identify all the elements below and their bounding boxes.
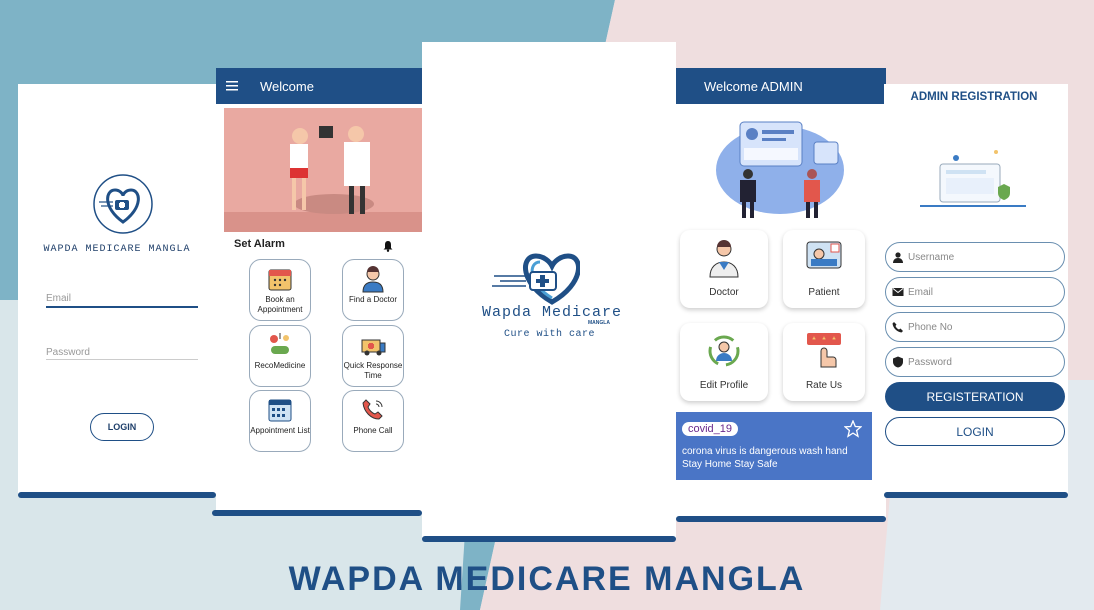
ambulance-icon <box>361 339 386 356</box>
phone-placeholder: Phone No <box>908 321 953 333</box>
password-placeholder: Password <box>46 347 90 358</box>
pills-icon <box>270 333 289 354</box>
tile-label: RecoMedicine <box>254 361 306 370</box>
password-field[interactable]: Password <box>885 347 1065 377</box>
bell-icon[interactable] <box>382 239 394 257</box>
doctor-icon <box>709 240 739 278</box>
calendar-list-icon <box>268 399 292 422</box>
card-label: Doctor <box>709 287 739 298</box>
tile-appointment-list[interactable]: Appointment List <box>249 390 311 452</box>
home-screen: Welcome Set Alarm Book an Appointment Fi… <box>216 68 422 512</box>
admin-title: Welcome ADMIN <box>704 78 803 94</box>
rate-us-card[interactable]: Rate Us <box>783 323 865 401</box>
email-placeholder: Email <box>908 286 934 298</box>
username-field[interactable]: Username <box>885 242 1065 272</box>
admin-app-bar: Welcome ADMIN <box>676 68 886 104</box>
covid-line1: corona virus is dangerous wash hand <box>682 446 848 457</box>
login-screen-bottom-bar <box>18 492 216 498</box>
patient-card[interactable]: Patient <box>783 230 865 308</box>
splash-tagline: Cure with care <box>504 329 596 340</box>
profile-icon <box>708 335 740 367</box>
person-icon <box>893 252 903 263</box>
tile-label: Quick Response Time <box>343 361 403 380</box>
covid-card[interactable]: covid_19 corona virus is dangerous wash … <box>676 412 872 480</box>
tile-label: Phone Call <box>353 426 393 435</box>
calendar-icon <box>268 269 292 291</box>
password-placeholder: Password <box>908 356 952 368</box>
tile-label: Find a Doctor <box>348 295 398 304</box>
card-label: Patient <box>808 287 840 298</box>
login-button[interactable]: LOGIN <box>885 417 1065 446</box>
email-placeholder: Email <box>46 293 72 304</box>
password-field[interactable]: Password <box>46 342 198 360</box>
card-label: Rate Us <box>805 380 843 391</box>
register-title: ADMIN REGISTRATION <box>910 91 1038 103</box>
phone-field[interactable]: Phone No <box>885 312 1065 342</box>
email-field[interactable]: Email <box>46 288 198 308</box>
phone-icon <box>892 322 903 333</box>
login-screen: WAPDA MEDICARE MANGLA Email Password LOG… <box>18 84 216 494</box>
doctor-patient-illustration <box>224 108 422 232</box>
admin-illustration <box>700 112 850 222</box>
set-alarm-label: Set Alarm <box>234 238 285 250</box>
register-screen-bottom-bar <box>884 492 1068 498</box>
doctor-card[interactable]: Doctor <box>680 230 768 308</box>
tile-label: Book an Appointment <box>257 295 303 314</box>
tile-book-appointment[interactable]: Book an Appointment <box>249 259 311 321</box>
register-illustration <box>916 140 1030 214</box>
patient-icon <box>806 241 842 269</box>
shield-icon <box>893 356 903 368</box>
home-title: Welcome <box>260 78 314 94</box>
register-form: Username Email Phone No Password REGISTE… <box>885 242 1067 482</box>
admin-screen-bottom-bar <box>676 516 886 522</box>
email-field[interactable]: Email <box>885 277 1065 307</box>
banner-title: WAPDA MEDICARE MANGLA <box>288 560 806 598</box>
register-screen: ADMIN REGISTRATION Username Email Phone … <box>884 84 1068 494</box>
tile-find-doctor[interactable]: Find a Doctor <box>342 259 404 321</box>
tile-quick-response[interactable]: Quick Response Time <box>342 325 404 387</box>
rating-icon <box>807 333 841 368</box>
menu-icon[interactable] <box>226 79 238 94</box>
edit-profile-card[interactable]: Edit Profile <box>680 323 768 401</box>
username-placeholder: Username <box>908 251 955 263</box>
home-app-bar: Welcome <box>216 68 422 104</box>
admin-screen: Welcome ADMIN Doctor Patient Edit Profil… <box>676 68 886 518</box>
splash-brand: Wapda Medicare <box>482 304 623 321</box>
tile-reco-medicine[interactable]: RecoMedicine <box>249 325 311 387</box>
splash-tag: MANGLA <box>588 320 610 326</box>
tile-phone-call[interactable]: Phone Call <box>342 390 404 452</box>
card-label: Edit Profile <box>699 380 749 391</box>
phone-icon <box>362 399 383 420</box>
home-screen-bottom-bar <box>212 510 422 516</box>
tile-label: Appointment List <box>250 426 310 435</box>
app-logo <box>93 174 153 234</box>
doctor-icon <box>362 266 384 293</box>
splash-screen-bottom-bar <box>422 536 676 542</box>
covid-chip: covid_19 <box>682 422 739 436</box>
login-button[interactable]: LOGIN <box>90 413 154 441</box>
splash-screen: Wapda Medicare MANGLA Cure with care <box>422 42 676 538</box>
brand-name: WAPDA MEDICARE MANGLA <box>43 244 191 255</box>
covid-line2: Stay Home Stay Safe <box>682 459 778 470</box>
register-button[interactable]: REGISTERATION <box>885 382 1065 411</box>
star-icon[interactable] <box>843 419 863 443</box>
mail-icon <box>892 288 904 296</box>
splash-logo <box>490 248 581 306</box>
